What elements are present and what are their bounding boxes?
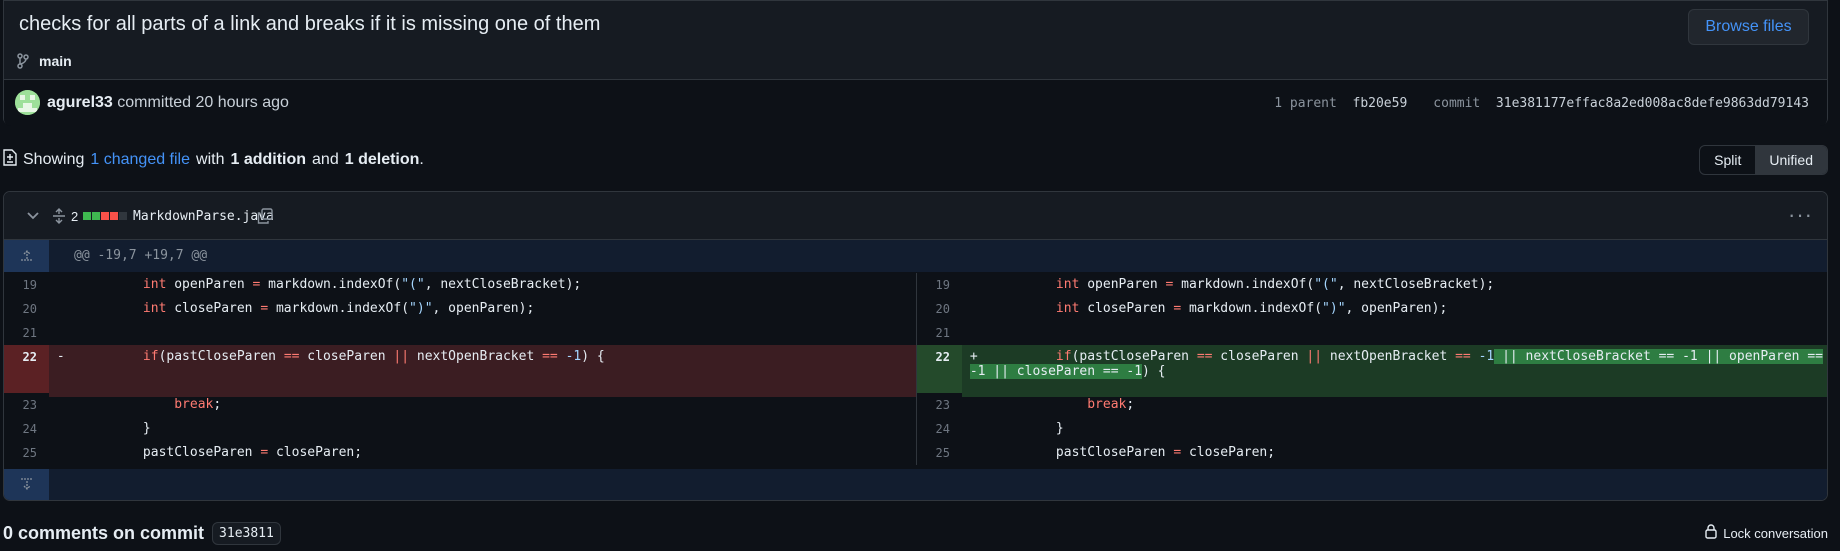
parent-label: 1 parent <box>1274 96 1337 111</box>
diffstat-square <box>110 212 118 220</box>
unified-view-button[interactable]: Unified <box>1755 146 1827 174</box>
diff-row: 24 } 24 } <box>4 417 1827 441</box>
lock-label: Lock conversation <box>1723 525 1828 541</box>
commit-title: checks for all parts of a link and break… <box>19 13 601 35</box>
added-line: 22 + if(pastCloseParen == closeParen || … <box>917 345 1827 397</box>
diff-row-changed: 22 - if(pastCloseParen == closeParen || … <box>4 345 1827 397</box>
branch-info: main <box>17 53 72 69</box>
diff-row: 19 int openParen = markdown.indexOf("(",… <box>4 273 1827 297</box>
browse-files-button[interactable]: Browse files <box>1688 9 1809 45</box>
committed-time: committed 20 hours ago <box>117 94 289 111</box>
diffstat <box>83 192 127 240</box>
diff-row: 20 int closeParen = markdown.indexOf(")"… <box>4 297 1827 321</box>
branch-name[interactable]: main <box>39 53 72 69</box>
commit-meta: 1 parent fb20e59 commit 31e381177effac8a… <box>1274 96 1809 111</box>
hunk-range: @@ -19,7 +19,7 @@ <box>74 248 208 263</box>
hunk-header: @@ -19,7 +19,7 @@ <box>4 240 1827 273</box>
author-row: agurel33 committed 20 hours ago 1 parent… <box>4 79 1827 126</box>
lock-conversation-button[interactable]: Lock conversation <box>1705 524 1828 542</box>
file-diff: 2 MarkdownParse.java ··· @@ -19,7 +19,7 … <box>3 191 1828 501</box>
change-count: 2 <box>71 208 79 224</box>
file-diff-icon <box>3 149 17 171</box>
lock-icon <box>1705 524 1717 542</box>
author-name[interactable]: agurel33 <box>47 94 113 111</box>
commit-label: commit <box>1433 96 1481 111</box>
diff-row: 23 break; 23 break; <box>4 393 1827 417</box>
collapse-chevron-icon[interactable] <box>26 192 40 240</box>
diff-row: 25 pastCloseParen = closeParen; 25 pastC… <box>4 441 1827 465</box>
deleted-line: 22 - if(pastCloseParen == closeParen || … <box>4 345 917 397</box>
diffstat-square <box>101 212 109 220</box>
avatar[interactable] <box>15 90 40 115</box>
diffstat-square <box>83 212 91 220</box>
commit-sha: 31e381177effac8a2ed008ac8defe9863dd79143 <box>1495 96 1809 111</box>
diff-row: 21 21 <box>4 321 1827 345</box>
author-line: agurel33 committed 20 hours ago <box>47 94 289 112</box>
commit-short-sha: 31e3811 <box>212 522 281 545</box>
parent-sha-link[interactable]: fb20e59 <box>1353 96 1408 111</box>
changed-files-link[interactable]: 1 changed file <box>90 151 190 169</box>
showing-text: Showing <box>23 151 85 168</box>
diffstat-square <box>92 212 100 220</box>
diff-view-toggle: Split Unified <box>1699 145 1828 175</box>
copy-icon[interactable] <box>257 192 273 240</box>
expand-down-icon[interactable] <box>4 469 49 500</box>
additions-count: 1 addition <box>230 151 307 168</box>
expand-up-icon[interactable] <box>4 240 49 272</box>
git-branch-icon <box>17 53 29 69</box>
split-view-button[interactable]: Split <box>1700 146 1755 174</box>
diffstat-square <box>119 212 127 220</box>
more-options-icon[interactable]: ··· <box>1788 202 1813 228</box>
deletions-count: 1 deletion <box>344 151 420 168</box>
and-text: and <box>312 151 339 168</box>
expand-all-icon[interactable] <box>52 192 66 240</box>
comments-count-text: 0 comments on commit <box>3 523 205 543</box>
comments-heading: 0 comments on commit 31e3811 <box>3 522 281 545</box>
commit-header: checks for all parts of a link and break… <box>3 0 1828 126</box>
diff-summary: Showing 1 changed file with 1 addition a… <box>3 149 424 171</box>
with-text: with <box>196 151 225 168</box>
file-header: 2 MarkdownParse.java ··· <box>4 192 1827 240</box>
file-name[interactable]: MarkdownParse.java <box>133 192 274 240</box>
expand-bottom-row <box>4 469 1827 500</box>
diff-lines: 19 int openParen = markdown.indexOf("(",… <box>4 273 1827 465</box>
summary-period: . <box>419 151 424 168</box>
